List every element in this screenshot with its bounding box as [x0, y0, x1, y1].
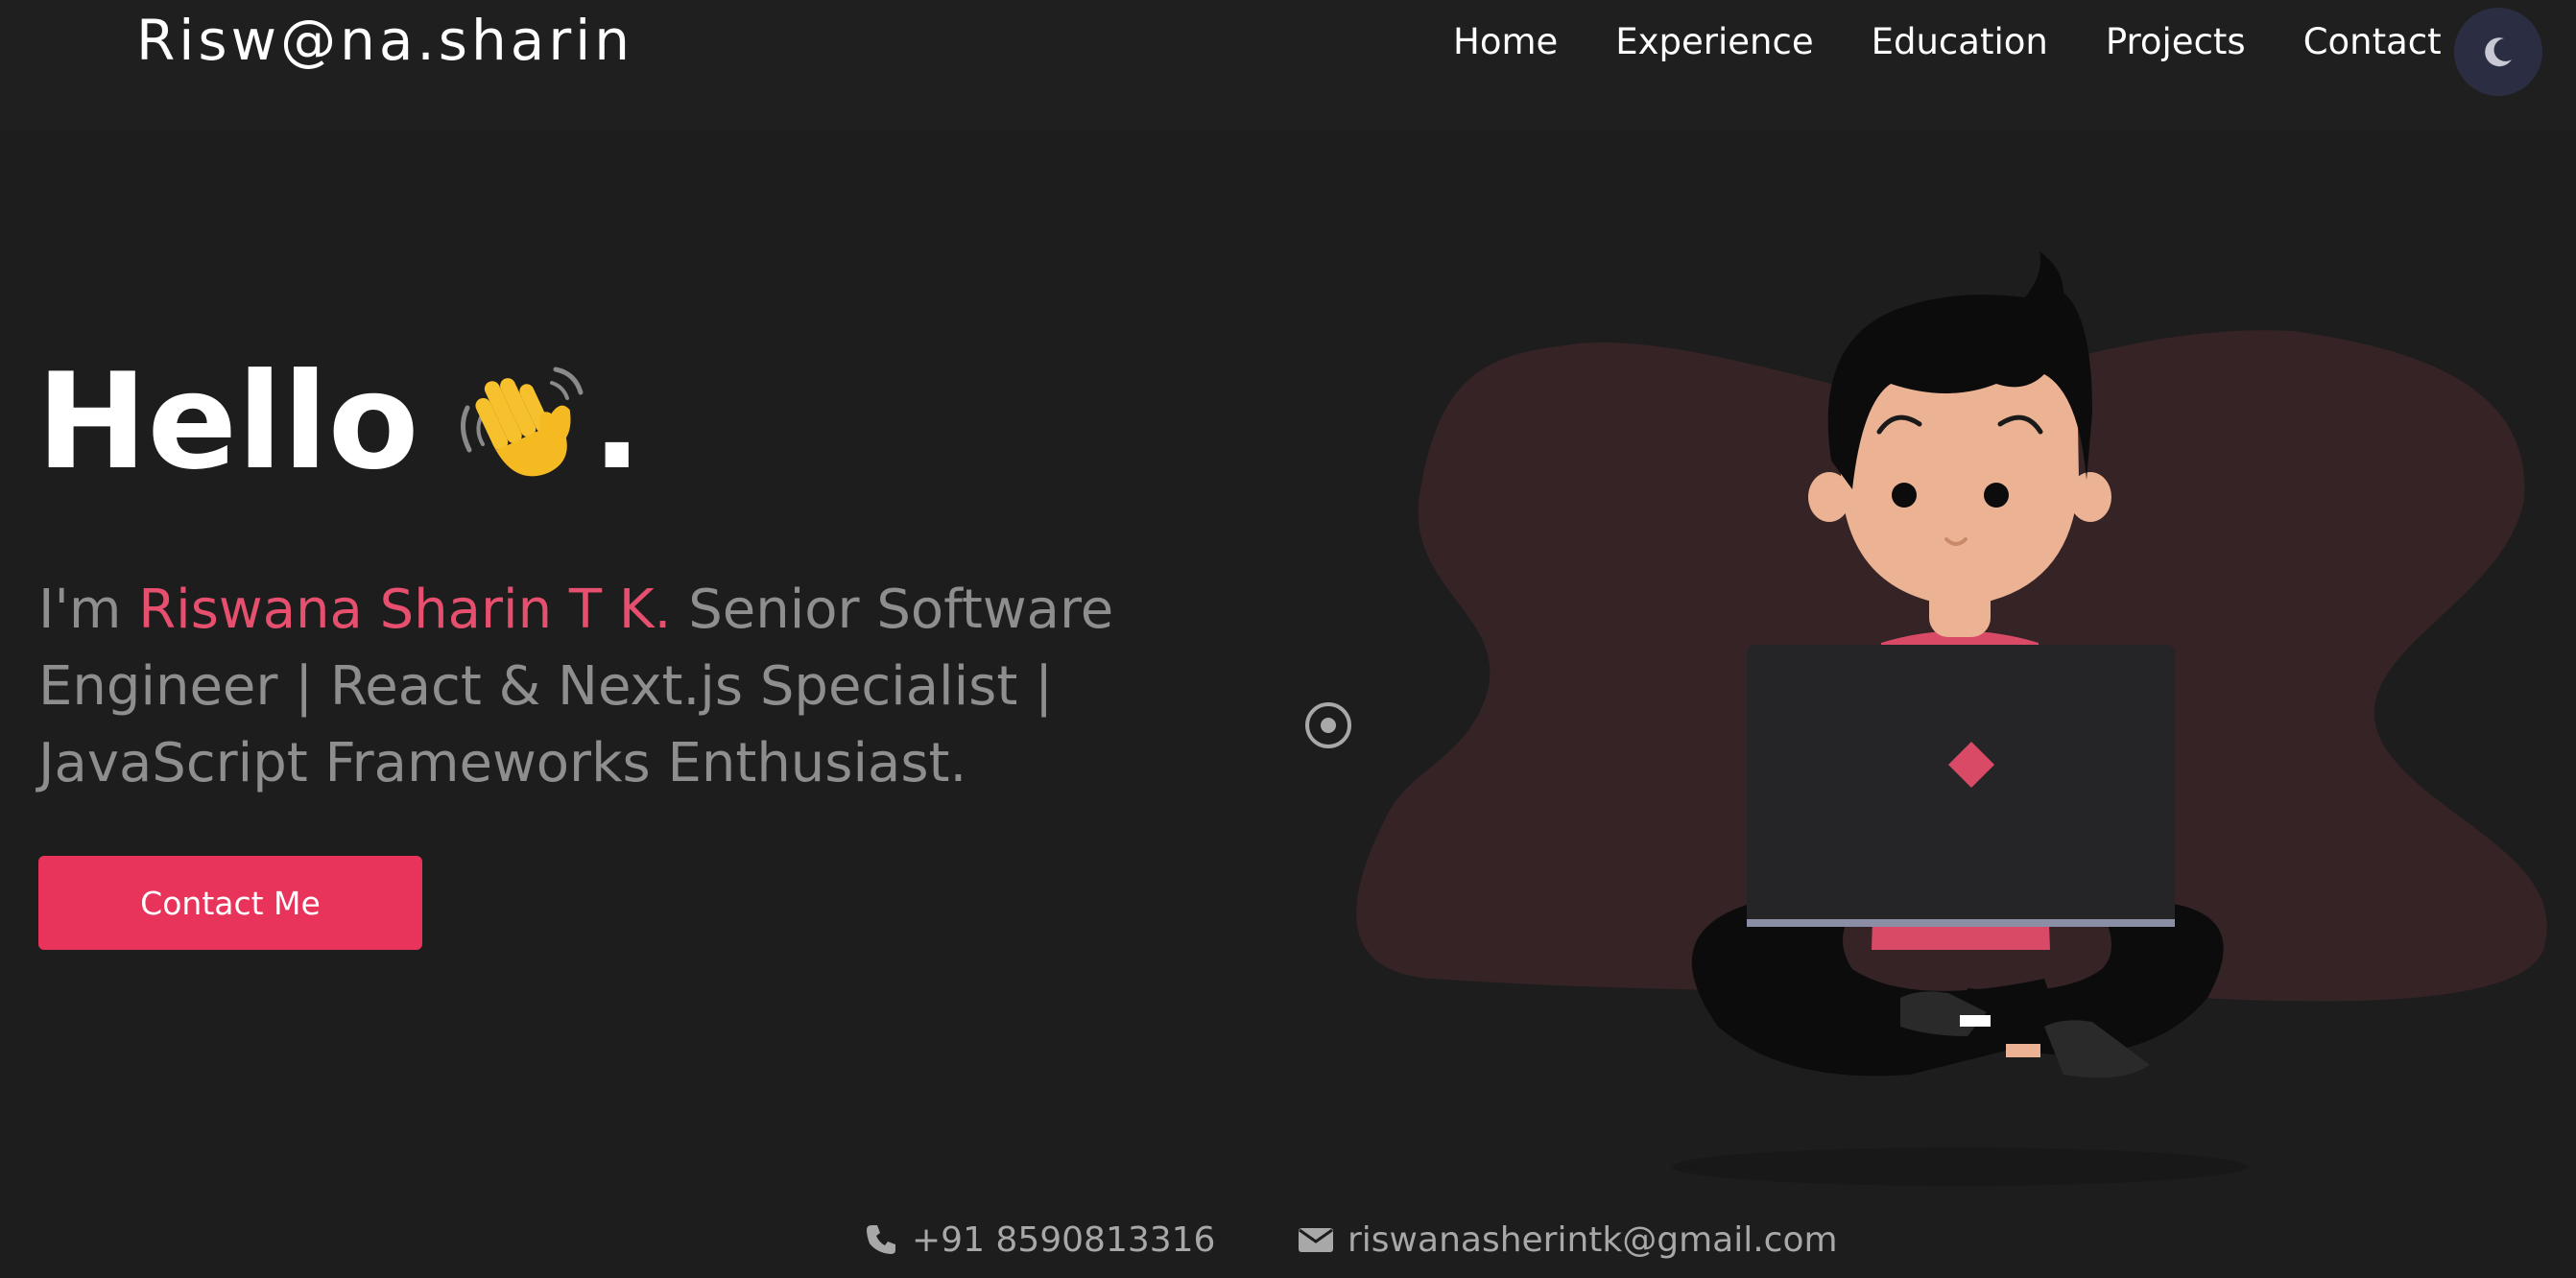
moon-icon	[2485, 37, 2512, 67]
laptop	[1747, 645, 2175, 925]
nav-item-contact[interactable]: Contact	[2303, 15, 2442, 69]
nav-item-education[interactable]: Education	[1872, 15, 2048, 69]
waving-hand-icon	[460, 367, 584, 477]
portfolio-page: Risw@na.sharin Home Experience Education…	[0, 0, 2576, 1278]
envelope-icon	[1299, 1228, 1333, 1252]
footer-contacts: +91 8590813316 riswanasherintk@gmail.com	[0, 1211, 2576, 1268]
theme-toggle-button[interactable]	[2454, 8, 2542, 96]
main-nav: Home Experience Education Projects Conta…	[1453, 15, 2442, 69]
hello-period: .	[591, 344, 642, 499]
phone-number: +91 8590813316	[912, 1219, 1216, 1260]
nav-item-projects[interactable]: Projects	[2106, 15, 2246, 69]
hello-heading: Hello	[36, 344, 419, 499]
developer-illustration	[1356, 251, 2547, 1186]
hero-intro: I'm Riswana Sharin T K. Senior Software …	[38, 572, 1133, 802]
email-address: riswanasherintk@gmail.com	[1348, 1219, 1838, 1260]
nav-item-experience[interactable]: Experience	[1615, 15, 1813, 69]
hero-greeting: Hello .	[36, 345, 642, 499]
intro-name: Riswana Sharin T K.	[138, 579, 672, 641]
contact-me-button[interactable]: Contact Me	[38, 856, 422, 950]
nav-item-home[interactable]: Home	[1453, 15, 1558, 69]
phone-contact[interactable]: +91 8590813316	[864, 1211, 1215, 1268]
email-contact[interactable]: riswanasherintk@gmail.com	[1298, 1211, 1838, 1268]
intro-prefix: I'm	[38, 579, 139, 641]
site-header: Risw@na.sharin Home Experience Education…	[0, 0, 2576, 130]
site-logo[interactable]: Risw@na.sharin	[136, 4, 633, 77]
phone-icon	[867, 1225, 895, 1254]
